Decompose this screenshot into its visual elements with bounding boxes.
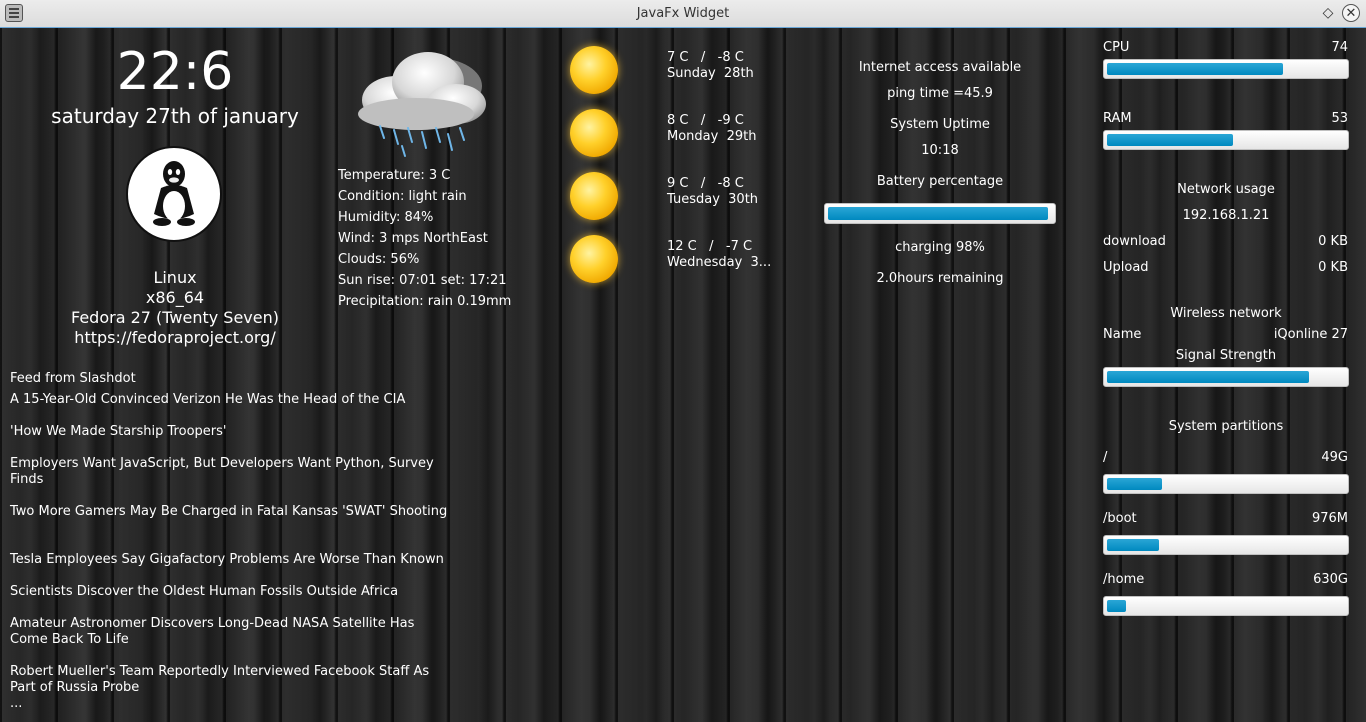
cpu-label: CPU: [1103, 40, 1130, 55]
partition-mount: /boot: [1103, 511, 1137, 526]
partition-bar: [1103, 596, 1349, 616]
partition-mount: /home: [1103, 572, 1145, 587]
ram-bar: [1103, 130, 1349, 150]
partition-mount: /: [1103, 450, 1108, 465]
os-distro: Fedora 27 (Twenty Seven): [71, 308, 279, 327]
battery-remaining: 2.0hours remaining: [876, 271, 1004, 286]
clock-time: 22:6: [116, 42, 234, 102]
weather-temperature: Temperature: 3 C: [338, 168, 451, 183]
weather-precipitation: Precipitation: rain 0.19mm: [338, 294, 512, 309]
weather-clouds: Clouds: 56%: [338, 252, 420, 267]
ping-time: ping time =45.9: [887, 86, 993, 101]
close-icon[interactable]: ✕: [1342, 4, 1360, 22]
linux-tux-logo: [126, 146, 222, 242]
sun-icon: [570, 235, 618, 283]
forecast-day: Sunday 28th: [667, 66, 754, 81]
partition-size: 49G: [1321, 450, 1348, 465]
forecast-temps: 8 C / -9 C: [667, 113, 744, 128]
upload-label: Upload: [1103, 260, 1149, 275]
sun-icon: [570, 46, 618, 94]
clock-date: saturday 27th of january: [51, 104, 299, 128]
download-value: 0 KB: [1318, 234, 1348, 249]
signal-strength-bar: [1103, 367, 1349, 387]
widget-background: 22:6 saturday 27th of january Linux x86_…: [0, 28, 1366, 722]
partitions-title: System partitions: [1168, 419, 1284, 434]
weather-humidity: Humidity: 84%: [338, 210, 434, 225]
sun-icon: [570, 172, 618, 220]
cpu-bar-fill: [1107, 63, 1284, 75]
ram-label: RAM: [1103, 111, 1132, 126]
cpu-value: 74: [1331, 40, 1348, 55]
os-arch: x86_64: [145, 288, 205, 307]
partition-size: 630G: [1313, 572, 1348, 587]
feed-item[interactable]: Two More Gamers May Be Charged in Fatal …: [10, 504, 450, 520]
os-name: Linux: [153, 268, 197, 287]
partition-bar: [1103, 474, 1349, 494]
signal-strength-fill: [1107, 371, 1310, 383]
rain-cloud-icon: [336, 42, 496, 162]
weather-wind: Wind: 3 mps NorthEast: [338, 231, 488, 246]
partition-bar-fill: [1107, 539, 1160, 551]
forecast-temps: 12 C / -7 C: [667, 239, 753, 254]
partition-bar: [1103, 535, 1349, 555]
window-title: JavaFx Widget: [636, 6, 730, 21]
feed-item[interactable]: Tesla Employees Say Gigafactory Problems…: [10, 552, 450, 568]
signal-strength-label: Signal Strength: [1175, 348, 1277, 363]
network-title: Network usage: [1177, 182, 1275, 197]
charging-status: charging 98%: [895, 240, 985, 255]
feed-more: ...: [10, 696, 23, 711]
partition-bar-fill: [1107, 600, 1127, 612]
forecast-day: Monday 29th: [667, 129, 757, 144]
wireless-name-value: iQonline 27: [1273, 327, 1348, 342]
battery-bar: [824, 203, 1056, 224]
title-bar[interactable]: JavaFx Widget ◇ ✕: [0, 0, 1366, 28]
feed-title: Feed from Slashdot: [10, 371, 136, 386]
feed-item[interactable]: A 15-Year-Old Convinced Verizon He Was t…: [10, 392, 450, 408]
cpu-bar: [1103, 59, 1349, 79]
feed-item[interactable]: 'How We Made Starship Troopers': [10, 424, 450, 440]
upload-value: 0 KB: [1318, 260, 1348, 275]
partition-size: 976M: [1311, 511, 1348, 526]
wireless-name-label: Name: [1103, 327, 1142, 342]
internet-status: Internet access available: [858, 60, 1022, 75]
network-ip: 192.168.1.21: [1182, 208, 1270, 223]
forecast-temps: 9 C / -8 C: [667, 176, 744, 191]
uptime-value: 10:18: [921, 143, 959, 158]
weather-sun-times: Sun rise: 07:01 set: 17:21: [338, 273, 507, 288]
sun-icon: [570, 109, 618, 157]
feed-item[interactable]: Amateur Astronomer Discovers Long-Dead N…: [10, 616, 450, 648]
feed-item[interactable]: Employers Want JavaScript, But Developer…: [10, 456, 450, 488]
partition-bar-fill: [1107, 478, 1162, 490]
weather-condition: Condition: light rain: [338, 189, 467, 204]
battery-bar-fill: [828, 207, 1048, 220]
feed-item[interactable]: Scientists Discover the Oldest Human Fos…: [10, 584, 450, 600]
uptime-label: System Uptime: [890, 117, 990, 132]
ram-bar-fill: [1107, 134, 1234, 146]
forecast-day: Wednesday 3...: [667, 255, 772, 270]
wireless-title: Wireless network: [1170, 306, 1282, 321]
forecast-day: Tuesday 30th: [667, 192, 759, 207]
battery-label: Battery percentage: [876, 174, 1004, 189]
download-label: download: [1103, 234, 1166, 249]
keep-above-icon[interactable]: ◇: [1320, 5, 1336, 21]
forecast-temps: 7 C / -8 C: [667, 50, 744, 65]
feed-item[interactable]: Robert Mueller's Team Reportedly Intervi…: [10, 664, 450, 696]
ram-value: 53: [1331, 111, 1348, 126]
os-url[interactable]: https://fedoraproject.org/: [0, 328, 350, 347]
